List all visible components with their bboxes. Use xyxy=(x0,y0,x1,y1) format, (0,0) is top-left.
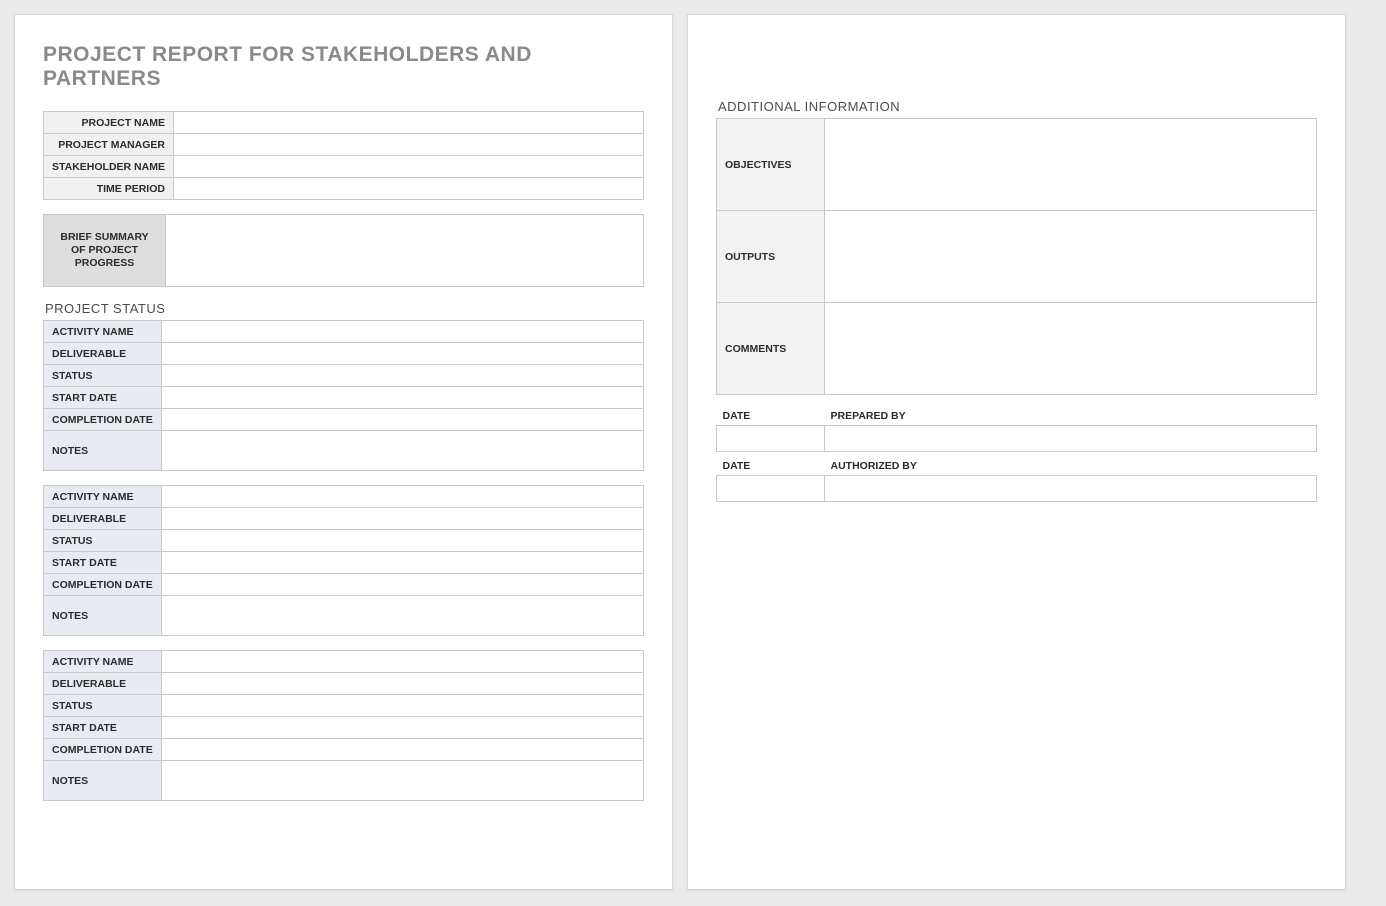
activity-3-completion-date[interactable] xyxy=(161,739,643,761)
activity-1-start-date[interactable] xyxy=(161,387,643,409)
label-project-name: PROJECT NAME xyxy=(44,112,174,134)
page-1: PROJECT REPORT FOR STAKEHOLDERS AND PART… xyxy=(14,14,673,890)
label-deliverable: DELIVERABLE xyxy=(44,673,162,695)
activity-1-deliverable[interactable] xyxy=(161,343,643,365)
project-status-header: PROJECT STATUS xyxy=(45,301,644,316)
label-deliverable: DELIVERABLE xyxy=(44,508,162,530)
additional-info-table: OBJECTIVES OUTPUTS COMMENTS xyxy=(716,118,1317,395)
activity-1-notes[interactable] xyxy=(161,431,643,471)
label-completion-date: COMPLETION DATE xyxy=(44,409,162,431)
activity-2-deliverable[interactable] xyxy=(161,508,643,530)
activity-3-name[interactable] xyxy=(161,651,643,673)
value-project-name[interactable] xyxy=(173,112,643,134)
label-summary: BRIEF SUMMARY OF PROJECT PROGRESS xyxy=(44,215,166,287)
project-header-table: PROJECT NAME PROJECT MANAGER STAKEHOLDER… xyxy=(43,111,644,200)
label-completion-date: COMPLETION DATE xyxy=(44,739,162,761)
label-activity-name: ACTIVITY NAME xyxy=(44,321,162,343)
additional-info-header: ADDITIONAL INFORMATION xyxy=(718,99,1317,114)
label-status: STATUS xyxy=(44,365,162,387)
activity-2-completion-date[interactable] xyxy=(161,574,643,596)
summary-table: BRIEF SUMMARY OF PROJECT PROGRESS xyxy=(43,214,644,287)
label-status: STATUS xyxy=(44,695,162,717)
label-notes: NOTES xyxy=(44,761,162,801)
label-project-manager: PROJECT MANAGER xyxy=(44,134,174,156)
label-authorized-by: AUTHORIZED BY xyxy=(825,460,1317,476)
value-stakeholder-name[interactable] xyxy=(173,156,643,178)
prepared-by-row: DATE PREPARED BY xyxy=(716,409,1317,452)
activity-2-status[interactable] xyxy=(161,530,643,552)
value-authorized-date[interactable] xyxy=(717,476,825,502)
authorized-by-row: DATE AUTHORIZED BY xyxy=(716,460,1317,503)
activity-1-status[interactable] xyxy=(161,365,643,387)
label-outputs: OUTPUTS xyxy=(717,211,825,303)
value-prepared-date[interactable] xyxy=(717,425,825,451)
page-2: ADDITIONAL INFORMATION OBJECTIVES OUTPUT… xyxy=(687,14,1346,890)
label-authorized-date: DATE xyxy=(717,460,825,476)
label-stakeholder-name: STAKEHOLDER NAME xyxy=(44,156,174,178)
label-notes: NOTES xyxy=(44,431,162,471)
activity-table-2: ACTIVITY NAME DELIVERABLE STATUS START D… xyxy=(43,485,644,636)
activity-2-notes[interactable] xyxy=(161,596,643,636)
activity-2-name[interactable] xyxy=(161,486,643,508)
label-status: STATUS xyxy=(44,530,162,552)
label-prepared-by: PREPARED BY xyxy=(825,409,1317,425)
activity-table-3: ACTIVITY NAME DELIVERABLE STATUS START D… xyxy=(43,650,644,801)
report-title: PROJECT REPORT FOR STAKEHOLDERS AND PART… xyxy=(43,43,644,91)
label-objectives: OBJECTIVES xyxy=(717,119,825,211)
label-comments: COMMENTS xyxy=(717,303,825,395)
label-activity-name: ACTIVITY NAME xyxy=(44,651,162,673)
label-activity-name: ACTIVITY NAME xyxy=(44,486,162,508)
activity-table-1: ACTIVITY NAME DELIVERABLE STATUS START D… xyxy=(43,320,644,471)
value-time-period[interactable] xyxy=(173,178,643,200)
activity-3-notes[interactable] xyxy=(161,761,643,801)
label-deliverable: DELIVERABLE xyxy=(44,343,162,365)
value-objectives[interactable] xyxy=(825,119,1317,211)
activity-1-name[interactable] xyxy=(161,321,643,343)
label-time-period: TIME PERIOD xyxy=(44,178,174,200)
activity-3-deliverable[interactable] xyxy=(161,673,643,695)
label-completion-date: COMPLETION DATE xyxy=(44,574,162,596)
value-prepared-by[interactable] xyxy=(825,425,1317,451)
label-start-date: START DATE xyxy=(44,717,162,739)
value-comments[interactable] xyxy=(825,303,1317,395)
label-prepared-date: DATE xyxy=(717,409,825,425)
label-start-date: START DATE xyxy=(44,387,162,409)
value-summary[interactable] xyxy=(166,215,644,287)
value-authorized-by[interactable] xyxy=(825,476,1317,502)
activity-3-start-date[interactable] xyxy=(161,717,643,739)
label-start-date: START DATE xyxy=(44,552,162,574)
activity-2-start-date[interactable] xyxy=(161,552,643,574)
value-outputs[interactable] xyxy=(825,211,1317,303)
value-project-manager[interactable] xyxy=(173,134,643,156)
label-notes: NOTES xyxy=(44,596,162,636)
activity-1-completion-date[interactable] xyxy=(161,409,643,431)
activity-3-status[interactable] xyxy=(161,695,643,717)
